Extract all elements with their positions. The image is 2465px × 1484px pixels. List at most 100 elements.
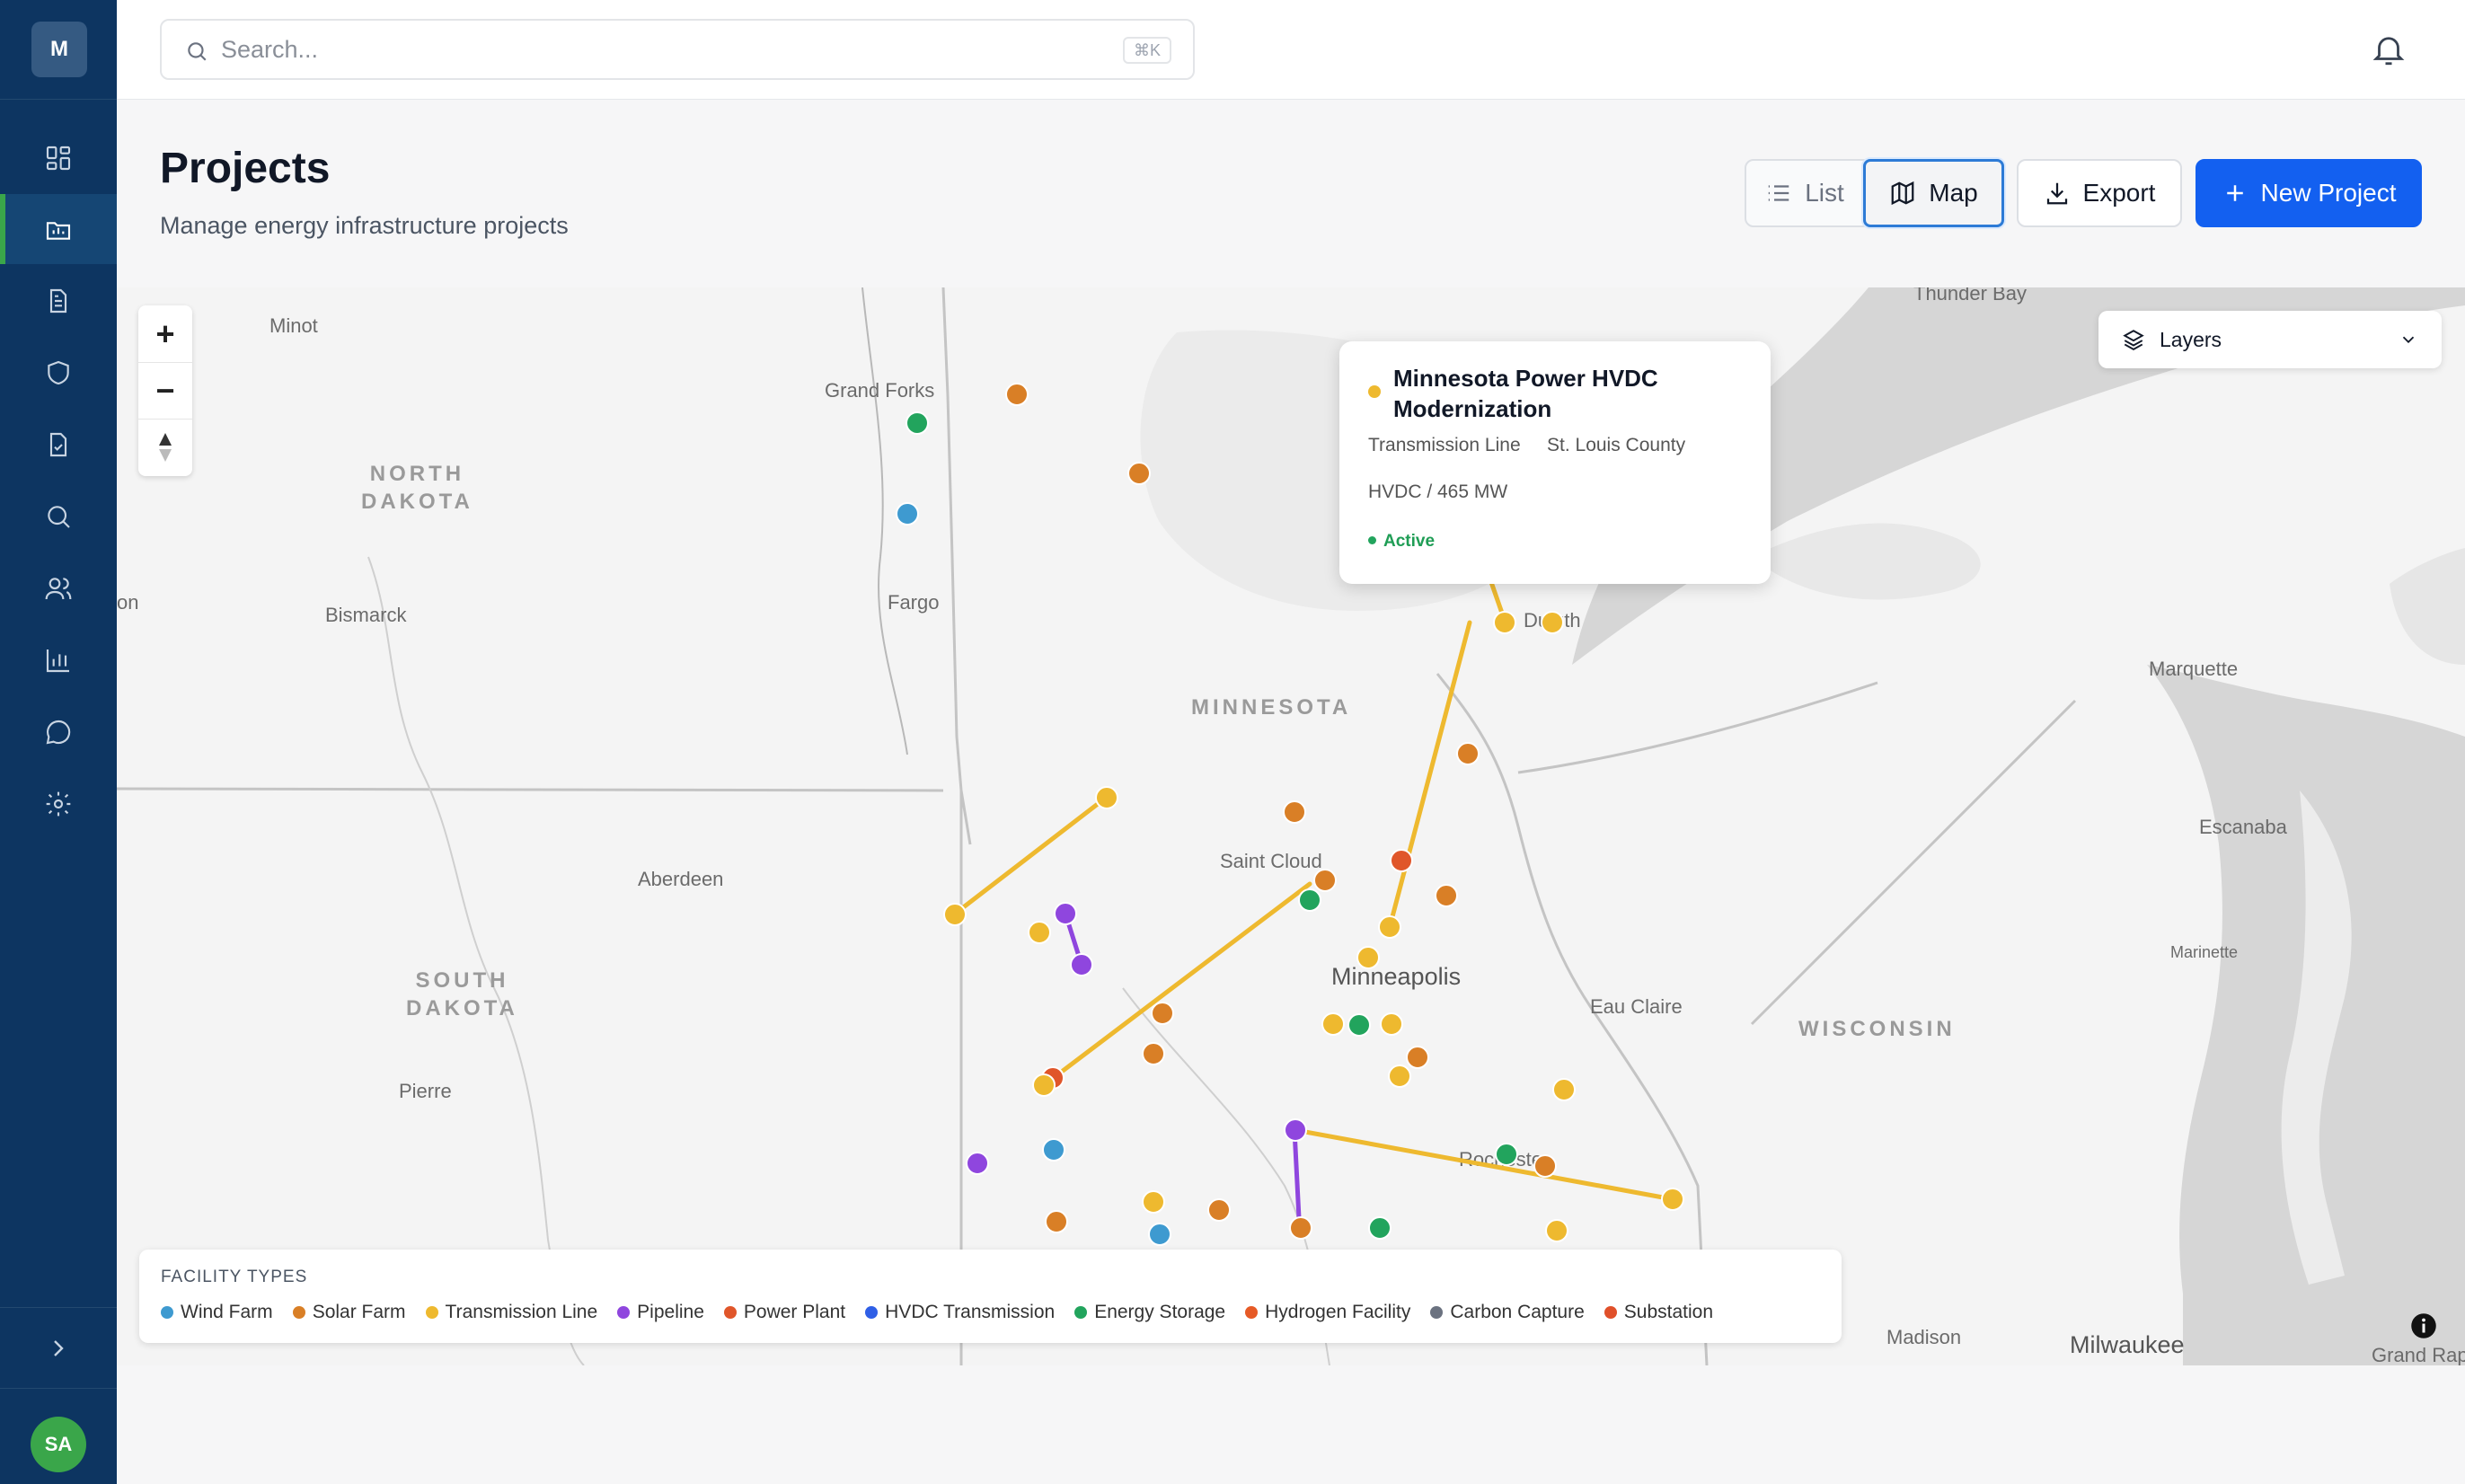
transmission-line-marker[interactable] bbox=[1545, 1219, 1568, 1242]
legend-item: HVDC Transmission bbox=[865, 1302, 1055, 1323]
dashboard-icon bbox=[46, 146, 71, 171]
pipeline-marker[interactable] bbox=[966, 1152, 989, 1175]
bar-chart-icon bbox=[46, 649, 69, 673]
solar-farm-marker[interactable] bbox=[1005, 383, 1029, 406]
legend-swatch bbox=[292, 1306, 305, 1319]
transmission-line[interactable] bbox=[1387, 620, 1472, 930]
sidebar-item-search[interactable] bbox=[0, 481, 117, 552]
layers-icon bbox=[2123, 330, 2144, 350]
app-logo[interactable]: M bbox=[31, 22, 87, 77]
facility-type-dot bbox=[1368, 385, 1381, 398]
solar-farm-marker[interactable] bbox=[1406, 1046, 1429, 1069]
page-subtitle: Manage energy infrastructure projects bbox=[160, 212, 569, 239]
solar-farm-marker[interactable] bbox=[1435, 884, 1458, 907]
transmission-line-marker[interactable] bbox=[1142, 1190, 1165, 1214]
legend-swatch bbox=[1430, 1306, 1444, 1319]
legend-item: Substation bbox=[1604, 1302, 1713, 1323]
bell-icon[interactable] bbox=[2370, 31, 2408, 68]
energy-storage-marker[interactable] bbox=[1347, 1013, 1371, 1037]
transmission-line-marker[interactable] bbox=[1356, 946, 1380, 969]
zoom-controls: + − bbox=[138, 305, 192, 476]
list-view-button[interactable]: List bbox=[1745, 159, 1865, 227]
sidebar-item-analytics[interactable] bbox=[0, 625, 117, 695]
popup-title: Minnesota Power HVDC Modernization bbox=[1393, 365, 1658, 422]
wind-farm-marker[interactable] bbox=[1148, 1223, 1171, 1246]
solar-farm-marker[interactable] bbox=[1151, 1002, 1174, 1025]
zoom-in-button[interactable]: + bbox=[138, 305, 192, 362]
transmission-line-marker[interactable] bbox=[1321, 1012, 1345, 1036]
transmission-line-marker[interactable] bbox=[1095, 786, 1118, 809]
wind-farm-marker[interactable] bbox=[1042, 1138, 1065, 1162]
search-icon bbox=[48, 506, 70, 528]
pipeline[interactable] bbox=[1292, 1127, 1302, 1221]
layers-dropdown[interactable]: Layers bbox=[2098, 311, 2442, 368]
transmission-line-marker[interactable] bbox=[1541, 611, 1564, 634]
info-icon[interactable] bbox=[2410, 1312, 2437, 1339]
sidebar-item-messages[interactable] bbox=[0, 697, 117, 767]
transmission-line-marker[interactable] bbox=[1032, 1073, 1056, 1097]
sidebar-expand-button[interactable] bbox=[0, 1313, 117, 1383]
transmission-line[interactable] bbox=[1293, 1127, 1675, 1202]
sidebar-item-dashboard[interactable] bbox=[0, 123, 117, 193]
energy-storage-marker[interactable] bbox=[906, 411, 929, 435]
legend-swatch bbox=[865, 1306, 879, 1319]
popup-spec: HVDC / 465 MW bbox=[1368, 481, 1508, 502]
solar-farm-marker[interactable] bbox=[1289, 1216, 1312, 1240]
compass-button[interactable] bbox=[138, 419, 192, 475]
solar-farm-marker[interactable] bbox=[1313, 869, 1337, 892]
gear-icon bbox=[46, 791, 71, 817]
energy-storage-marker[interactable] bbox=[1298, 888, 1321, 912]
power-plant-marker[interactable] bbox=[1390, 849, 1413, 872]
solar-farm-marker[interactable] bbox=[1045, 1210, 1068, 1233]
pipeline-marker[interactable] bbox=[1284, 1118, 1307, 1142]
transmission-line-marker[interactable] bbox=[943, 903, 967, 926]
sidebar-item-security[interactable] bbox=[0, 338, 117, 408]
shield-icon bbox=[48, 360, 69, 385]
solar-farm-marker[interactable] bbox=[1207, 1198, 1231, 1222]
pipeline-marker[interactable] bbox=[1070, 953, 1093, 976]
transmission-line[interactable] bbox=[951, 795, 1109, 917]
transmission-line[interactable] bbox=[1041, 881, 1312, 1088]
chevron-right-icon bbox=[54, 1340, 64, 1356]
document-icon bbox=[49, 288, 67, 314]
energy-storage-marker[interactable] bbox=[1368, 1216, 1392, 1240]
transmission-line-marker[interactable] bbox=[1028, 921, 1051, 944]
sidebar-item-checklist[interactable] bbox=[0, 410, 117, 480]
plus-icon bbox=[2226, 185, 2243, 201]
sidebar-item-documents[interactable] bbox=[0, 266, 117, 336]
transmission-line-marker[interactable] bbox=[1378, 915, 1401, 939]
map-view-button[interactable]: Map bbox=[1863, 159, 2004, 227]
new-project-button[interactable]: New Project bbox=[2196, 159, 2422, 227]
transmission-line-marker[interactable] bbox=[1493, 611, 1516, 634]
search-box[interactable]: ⌘K bbox=[160, 19, 1195, 80]
pipeline-marker[interactable] bbox=[1054, 902, 1077, 925]
search-icon bbox=[188, 42, 207, 61]
project-map[interactable]: Minot Grand Forks Fargo Bismarck on Aber… bbox=[117, 287, 2465, 1365]
new-project-label: New Project bbox=[2260, 179, 2397, 207]
checklist-icon bbox=[49, 432, 67, 457]
transmission-line-marker[interactable] bbox=[1388, 1064, 1411, 1088]
solar-farm-marker[interactable] bbox=[1283, 800, 1306, 824]
search-input[interactable] bbox=[221, 31, 1083, 67]
avatar[interactable]: SA bbox=[31, 1417, 86, 1472]
export-button[interactable]: Export bbox=[2017, 159, 2182, 227]
transmission-line-marker[interactable] bbox=[1661, 1188, 1684, 1211]
solar-farm-marker[interactable] bbox=[1142, 1042, 1165, 1065]
transmission-line-marker[interactable] bbox=[1552, 1078, 1576, 1101]
sidebar-divider bbox=[0, 99, 117, 100]
energy-storage-marker[interactable] bbox=[1495, 1143, 1518, 1166]
solar-farm-marker[interactable] bbox=[1456, 742, 1480, 765]
solar-farm-marker[interactable] bbox=[1533, 1154, 1557, 1178]
sidebar-item-settings[interactable] bbox=[0, 769, 117, 839]
sidebar: M SA bbox=[0, 0, 117, 1484]
sidebar-item-users[interactable] bbox=[0, 553, 117, 623]
legend-items: Wind Farm Solar Farm Transmission Line P… bbox=[161, 1302, 1713, 1323]
solar-farm-marker[interactable] bbox=[1127, 462, 1151, 485]
project-popup[interactable]: Minnesota Power HVDC Modernization Trans… bbox=[1339, 341, 1771, 584]
wind-farm-marker[interactable] bbox=[896, 502, 919, 526]
topbar: ⌘K bbox=[117, 0, 2465, 100]
sidebar-item-projects[interactable] bbox=[0, 194, 117, 264]
transmission-line-marker[interactable] bbox=[1380, 1012, 1403, 1036]
legend-item: Wind Farm bbox=[161, 1302, 273, 1323]
zoom-out-button[interactable]: − bbox=[138, 362, 192, 419]
